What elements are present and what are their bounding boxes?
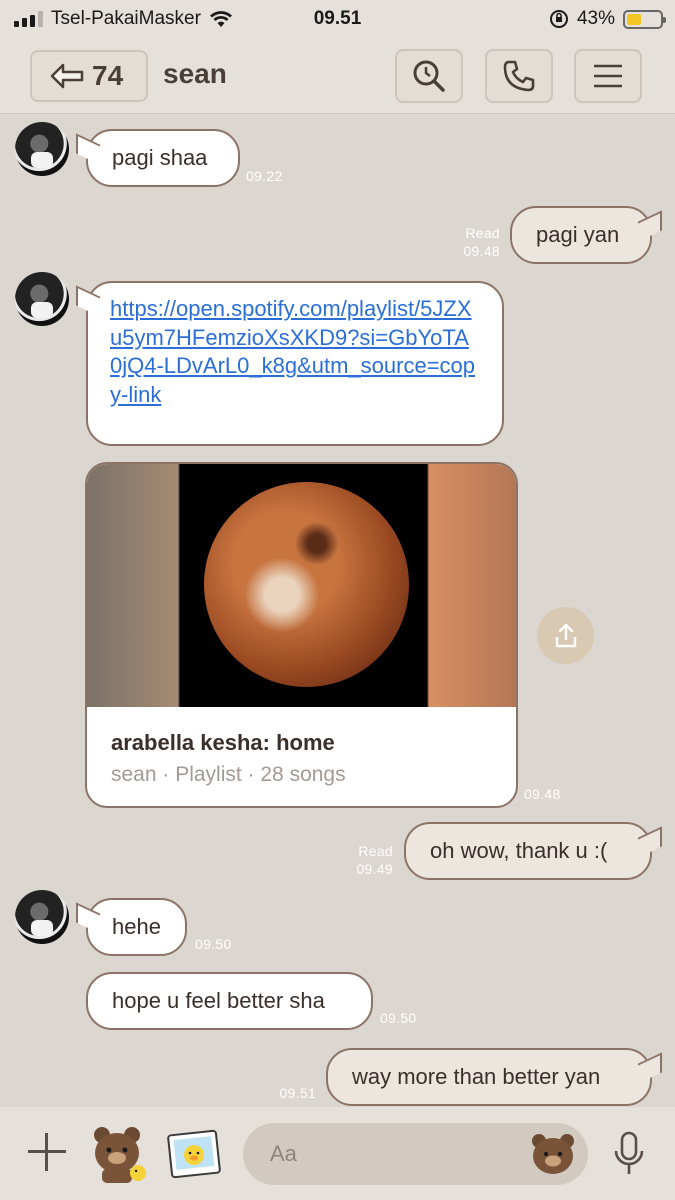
call-button[interactable] [485, 49, 553, 103]
message-text: hehe [112, 914, 161, 939]
orientation-lock-icon [549, 10, 568, 28]
message-input-bar [0, 1107, 675, 1200]
hamburger-menu-icon [594, 64, 622, 88]
battery-fill [627, 13, 641, 25]
sally-photo-sticker-icon[interactable] [166, 1127, 223, 1181]
message-time: 09.50 [195, 936, 232, 952]
message-text: pagi shaa [112, 145, 208, 170]
battery-percent: 43% [576, 8, 615, 29]
unread-count: 74 [92, 60, 124, 91]
back-button[interactable]: 74 [30, 50, 148, 102]
message-text: way more than better yan [352, 1064, 601, 1089]
playlist-cover-image [87, 464, 516, 707]
menu-button[interactable] [574, 49, 642, 103]
incoming-link-message: https://open.spotify.com/playlist/5JZXu5… [86, 281, 504, 446]
plus-icon[interactable] [26, 1131, 68, 1173]
message-time: 09.50 [380, 1010, 417, 1026]
share-icon [555, 623, 576, 647]
message-time: 09.51 [279, 1085, 316, 1101]
outgoing-message[interactable]: way more than better yan [326, 1048, 652, 1106]
incoming-message[interactable]: hope u feel better sha [86, 972, 373, 1030]
outgoing-message[interactable]: pagi yan [510, 206, 652, 264]
playlist-subtitle: sean · Playlist · 28 songs [111, 763, 346, 786]
read-receipt: Read [465, 225, 500, 241]
contact-avatar[interactable] [15, 272, 69, 326]
battery-group: 43% [549, 8, 666, 30]
back-arrow-icon [50, 63, 84, 89]
incoming-message[interactable]: pagi shaa [86, 129, 240, 187]
planet-image [204, 482, 409, 687]
outgoing-message[interactable]: oh wow, thank u :( [404, 822, 652, 880]
message-text: pagi yan [536, 222, 620, 247]
incoming-message[interactable]: hehe [86, 898, 187, 956]
emoji-icon[interactable] [530, 1132, 576, 1176]
message-time: 09.48 [524, 786, 561, 802]
spotify-link[interactable]: https://open.spotify.com/playlist/5JZXu5… [110, 295, 480, 409]
battery-icon [623, 9, 666, 29]
link-preview-card[interactable]: arabella kesha: home sean · Playlist · 2… [85, 462, 518, 808]
contact-avatar[interactable] [15, 890, 69, 944]
search-icon [413, 60, 445, 92]
brown-bear-sticker-icon[interactable] [88, 1123, 150, 1185]
microphone-icon[interactable] [612, 1131, 646, 1177]
share-button[interactable] [537, 607, 594, 664]
message-text: oh wow, thank u :( [430, 838, 608, 863]
message-time: 09.22 [246, 168, 283, 184]
message-time: 09.48 [463, 243, 500, 259]
message-text: hope u feel better sha [112, 988, 325, 1013]
status-bar: Tsel-PakaiMasker 09.51 43% [0, 0, 675, 38]
chat-title: sean [163, 58, 227, 89]
phone-icon [503, 60, 535, 92]
message-time: 09.49 [356, 861, 393, 877]
playlist-title: arabella kesha: home [111, 730, 335, 755]
read-receipt: Read [358, 843, 393, 859]
contact-avatar[interactable] [15, 122, 69, 176]
search-button[interactable] [395, 49, 463, 103]
chat-header: 74 sean [0, 38, 675, 114]
